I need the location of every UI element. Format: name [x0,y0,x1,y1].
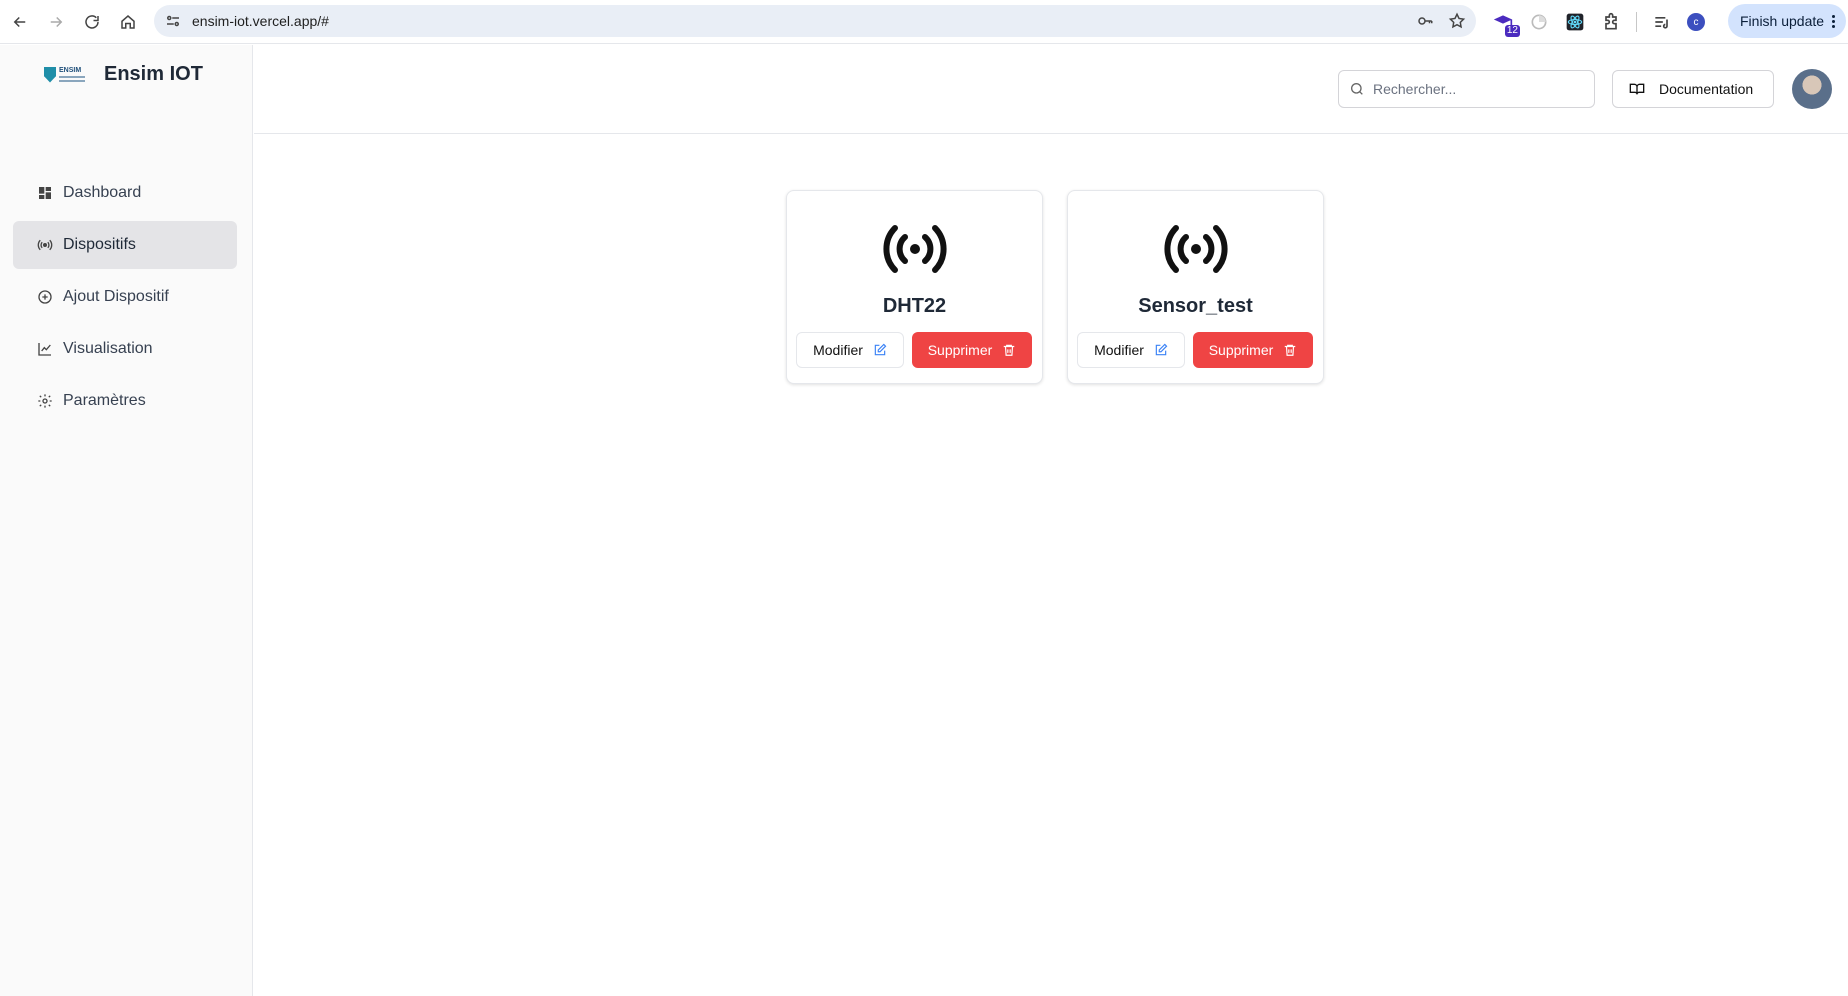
search-icon [1351,83,1363,95]
home-icon [121,14,135,29]
search-box[interactable] [1338,70,1595,108]
browser-toolbar: ensim-iot.vercel.app/# 12 c Finish updat… [0,0,1848,44]
profile-avatar[interactable]: c [1687,13,1705,31]
sidebar-nav: Dashboard Dispositifs Ajout Dispositif V… [13,169,237,429]
back-button[interactable] [2,4,38,40]
address-bar[interactable]: ensim-iot.vercel.app/# [154,5,1476,37]
device-card: DHT22 Modifier Supprimer [786,190,1043,384]
edit-device-button[interactable]: Modifier [796,332,904,368]
sidebar-item-ajout-dispositif[interactable]: Ajout Dispositif [13,273,237,321]
sidebar-item-dispositifs[interactable]: Dispositifs [13,221,237,269]
plus-circle-icon [38,290,52,304]
pie-icon [1531,14,1547,30]
finish-update-button[interactable]: Finish update [1728,4,1846,38]
logo-wordmark: ENSIM [59,67,85,82]
logo-text: ENSIM [59,67,82,74]
ensim-logo: ENSIM [44,64,92,86]
device-actions: Modifier Supprimer [796,332,1032,368]
toolbar-divider [1636,12,1637,32]
extension-react[interactable] [1564,11,1586,33]
arrow-left-icon [13,16,26,27]
sidebar-item-label: Ajout Dispositif [63,288,169,305]
kebab-menu-icon [1832,14,1836,28]
sidebar-item-label: Visualisation [63,340,153,357]
extensions-menu[interactable] [1600,11,1622,33]
edit-label: Modifier [813,342,863,358]
key-icon[interactable] [1416,12,1434,30]
device-name: DHT22 [882,295,947,317]
dashboard-icon [39,187,51,199]
edit-icon [1155,343,1168,356]
sidebar: ENSIM Ensim IOT Dashboard Dispositifs Aj… [0,45,253,996]
trash-icon [1004,344,1015,356]
sidebar-item-label: Paramètres [63,392,146,409]
radio-signal-icon [37,239,53,251]
sidebar-item-visualisation[interactable]: Visualisation [13,325,237,373]
documentation-label: Documentation [1659,81,1754,97]
search-input[interactable] [1373,81,1583,97]
sidebar-item-parametres[interactable]: Paramètres [13,377,237,425]
documentation-button[interactable]: Documentation [1612,70,1774,108]
device-card: Sensor_test Modifier Supprimer [1067,190,1324,384]
react-icon [1566,13,1584,31]
extension-circle[interactable] [1528,11,1550,33]
device-name: Sensor_test [1138,295,1253,317]
forward-button[interactable] [38,4,74,40]
arrow-right-icon [50,16,63,27]
book-open-icon [1629,83,1645,95]
user-avatar[interactable] [1792,69,1832,109]
edit-device-button[interactable]: Modifier [1077,332,1185,368]
sidebar-item-label: Dispositifs [63,236,136,253]
home-button[interactable] [110,4,146,40]
finish-update-label: Finish update [1740,13,1825,29]
extensions-area: 12 c [1492,8,1705,37]
reading-list-icon [1655,17,1668,29]
device-actions: Modifier Supprimer [1077,332,1313,368]
brand-name: Ensim IOT [104,63,203,85]
extension-graduation[interactable]: 12 [1492,11,1520,37]
reload-icon [85,14,99,29]
url-text[interactable]: ensim-iot.vercel.app/# [192,13,329,29]
star-icon[interactable] [1448,12,1466,30]
logo-shield [44,66,56,83]
brand[interactable]: ENSIM Ensim IOT [44,63,203,86]
edit-label: Modifier [1094,342,1144,358]
reading-list-button[interactable] [1651,11,1673,33]
delete-label: Supprimer [927,342,993,358]
delete-device-button[interactable]: Supprimer [912,332,1032,368]
sidebar-item-label: Dashboard [63,184,142,201]
delete-device-button[interactable]: Supprimer [1193,332,1313,368]
radio-signal-icon [1163,225,1228,273]
radio-signal-icon [882,225,947,273]
line-chart-icon [38,343,51,356]
extension-badge: 12 [1504,25,1520,37]
gear-icon [38,394,52,408]
sidebar-item-dashboard[interactable]: Dashboard [13,169,237,217]
device-grid: DHT22 Modifier Supprimer Sensor_test Mod… [786,190,1324,384]
edit-icon [874,343,887,356]
site-settings-icon[interactable] [164,12,182,30]
trash-icon [1285,344,1296,356]
puzzle-icon [1605,12,1617,30]
top-header: Documentation [254,45,1848,134]
delete-label: Supprimer [1208,342,1274,358]
reload-button[interactable] [74,4,110,40]
